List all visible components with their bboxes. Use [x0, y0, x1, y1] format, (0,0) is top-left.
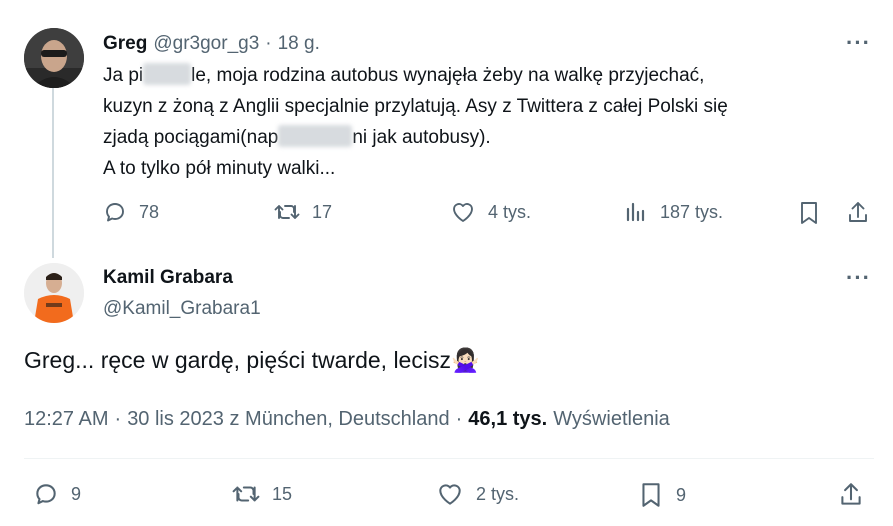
- tweet1-more-button[interactable]: ···: [846, 30, 871, 56]
- greg-handle[interactable]: @gr3gor_g3: [153, 33, 259, 55]
- tweet-line-3: zjadą pociągami(nap ni jak autobusy).: [103, 122, 873, 153]
- tweet-views-count: 46,1 tys.: [468, 408, 548, 430]
- tweet2-more-button[interactable]: ···: [846, 265, 871, 291]
- share-icon: [849, 202, 867, 222]
- kamil-avatar-image: [24, 263, 84, 323]
- tweet2-bookmark-button[interactable]: 9: [638, 481, 686, 509]
- tweet1-like-button[interactable]: 4 tys.: [450, 200, 531, 224]
- censor-blur: [278, 125, 353, 147]
- tweet1-view-count: 187 tys.: [660, 201, 724, 222]
- kamil-name[interactable]: Kamil Grabara: [103, 267, 233, 289]
- heart-icon: [453, 203, 473, 222]
- meta-dot: ·: [114, 408, 122, 430]
- tweet-views-label: Wyświetlenia: [553, 408, 670, 430]
- woman-gesturing-no-emoji-icon: 🙅🏻‍♀️: [450, 347, 480, 373]
- bookmark-icon: [642, 483, 660, 507]
- divider: [24, 458, 874, 459]
- share-icon: [841, 483, 861, 505]
- tweet-date-location[interactable]: 30 lis 2023 z München, Deutschland: [127, 408, 449, 431]
- tweet1-retweet-count: 17: [312, 201, 333, 222]
- tweet2-reply-button[interactable]: 9: [33, 481, 81, 507]
- tweet2-share-button[interactable]: [838, 481, 864, 514]
- tweet-metadata: 12:27 AM · 30 lis 2023 z München, Deutsc…: [24, 408, 670, 431]
- tweet2-reply-count: 9: [71, 483, 82, 504]
- tweet1-bookmark-button[interactable]: [797, 200, 821, 231]
- heart-icon: [439, 484, 461, 505]
- greg-tweet-text: Ja pi le, moja rodzina autobus wynajęła ż…: [103, 60, 873, 184]
- tweet2-retweet-button[interactable]: 15: [232, 481, 292, 507]
- tweet1-retweet-button[interactable]: 17: [274, 200, 332, 224]
- tweet-line-3b: ni jak autobusy).: [352, 127, 491, 148]
- tweet1-like-count: 4 tys.: [488, 201, 532, 222]
- views-chart-icon: [626, 202, 645, 222]
- tweet-line-3a: zjadą pociągami(nap: [103, 127, 279, 148]
- greg-timestamp[interactable]: 18 g.: [278, 33, 320, 55]
- tweet-line-1b: le, moja rodzina autobus wynajęła żeby n…: [191, 65, 705, 86]
- kamil-tweet-text: Greg... ręce w gardę, pięści twarde, lec…: [24, 347, 480, 374]
- tweet2-retweet-count: 15: [272, 483, 293, 504]
- tweet1-share-button[interactable]: [846, 200, 870, 231]
- tweet-time[interactable]: 12:27 AM: [24, 408, 109, 431]
- tweet1-reply-button[interactable]: 78: [103, 200, 159, 224]
- tweet2-bookmark-count: 9: [676, 484, 687, 505]
- tweet2-like-count: 2 tys.: [476, 483, 520, 504]
- tweet-line-4: A to tylko pół minuty walki...: [103, 158, 336, 179]
- retweet-icon: [232, 486, 260, 502]
- greg-avatar-image: [24, 28, 84, 88]
- tweet1-reply-count: 78: [139, 201, 160, 222]
- separator-dot: ·: [265, 33, 272, 54]
- tweet1-views-button[interactable]: 187 tys.: [624, 200, 723, 224]
- reply-icon: [106, 203, 124, 222]
- greg-avatar[interactable]: [24, 28, 84, 88]
- greg-name[interactable]: Greg: [103, 33, 147, 55]
- reply-icon: [36, 484, 56, 505]
- thread-line: [52, 88, 54, 258]
- tweet-line-1: Ja pi le, moja rodzina autobus wynajęła ż…: [103, 60, 873, 91]
- bookmark-icon: [801, 202, 817, 224]
- kamil-tweet-body: Greg... ręce w gardę, pięści twarde, lec…: [24, 347, 451, 373]
- tweet2-like-button[interactable]: 2 tys.: [436, 481, 519, 507]
- kamil-avatar[interactable]: [24, 263, 84, 323]
- tweet-line-1a: Ja pi: [103, 65, 144, 86]
- meta-dot: ·: [455, 408, 463, 430]
- kamil-handle[interactable]: @Kamil_Grabara1: [103, 298, 261, 320]
- censor-blur: [143, 63, 192, 85]
- retweet-icon: [274, 205, 300, 219]
- tweet-line-2: kuzyn z żoną z Anglii specjalnie przylat…: [103, 96, 728, 117]
